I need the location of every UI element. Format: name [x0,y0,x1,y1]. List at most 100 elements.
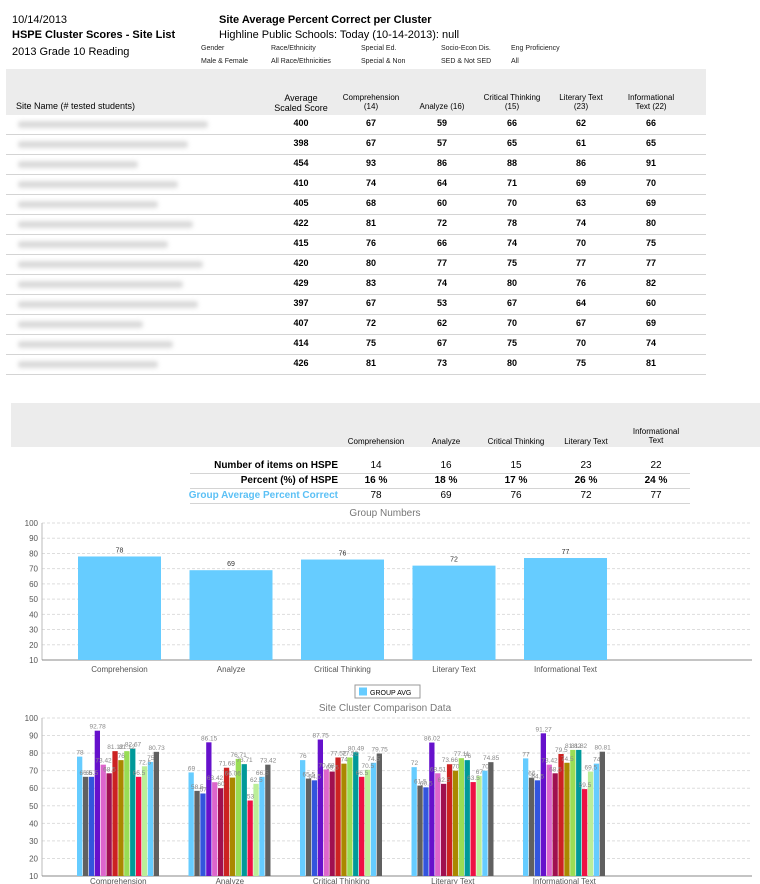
cluster-header-line1: Analyze (16) [419,102,465,111]
cluster-header-line2: (23) [573,102,589,111]
cluster-score-cell: 57 [436,138,447,148]
x-tick-label: Informational Text [533,877,597,884]
bar-value-label: 59.5 [579,782,592,789]
site-bar [370,762,377,876]
bar-value-label: 75 [147,755,155,762]
site-bar [364,769,371,876]
filter-label-gender: Gender [201,45,225,52]
cluster-score-cell: 71 [506,178,517,188]
cluster-score-cell: 82 [645,278,656,288]
table-row: 405 68 60 70 63 69 [6,195,706,215]
bar-value-label: 66.5 [256,770,269,777]
cluster-score-cell: 88 [506,158,517,168]
cluster-score-cell: 86 [575,158,586,168]
site-bar [124,751,130,876]
site-bar [82,776,89,876]
summary-header-informational: Informational Text [626,427,686,445]
cluster-score-cell: 80 [506,278,517,288]
site-bar [534,780,541,876]
summary-value: 15 [510,460,522,471]
table-row: 398 67 57 65 61 65 [6,135,706,155]
x-tick-label: Analyze [216,877,245,884]
summary-row-divider [190,473,690,474]
site-bar [476,775,482,876]
summary-row-label: Number of items on HSPE [214,460,338,471]
bar-value-label: 78 [76,750,84,757]
cluster-score-cell: 67 [436,338,447,348]
bar-value-label: 73.42 [95,758,112,765]
site-bar [329,771,335,876]
chart-title: Site Cluster Comparison Data [319,703,452,714]
bar-value-label: 78 [116,547,124,554]
bar-value-label: 62.5 [438,777,451,784]
site-bar [311,780,318,876]
cluster-score-cell: 75 [506,258,517,268]
bar-value-label: 70 [482,764,490,771]
site-bar [136,776,142,876]
summary-header-critical: Critical Thinking [487,437,545,446]
cluster-score-cell: 62 [436,318,447,328]
y-tick-label: 20 [29,854,38,863]
summary-value: 22 [650,460,662,471]
site-bar [359,776,365,876]
summary-value: 24 % [644,475,668,486]
bar-value-label: 82.67 [125,741,142,748]
summary-header-analyze: Analyze [431,437,461,446]
y-tick-label: 20 [29,641,38,650]
cluster-header-line1: Critical Thinking [483,93,541,102]
table-row: 454 93 86 88 86 91 [6,155,706,175]
y-tick-label: 50 [29,595,38,604]
cluster-header-line1: Literary Text [559,93,603,102]
summary-row-label: Percent (%) of HSPE [240,475,338,486]
cluster-header-line2: (15) [504,102,520,111]
summary-value: 76 [510,490,522,501]
y-tick-label: 60 [29,784,38,793]
cluster-score-cell: 72 [365,318,376,328]
site-bar [317,739,323,876]
bar-value-label: 74.85 [483,755,500,762]
site-bar [599,751,605,876]
scaled-score-cell: 426 [293,358,309,368]
cluster-score-cell: 86 [436,158,447,168]
bar-group-avg [524,558,607,660]
y-tick-label: 40 [29,610,38,619]
site-name-redacted [18,281,183,288]
summary-value: 23 [580,460,592,471]
summary-value: 77 [650,490,662,501]
y-tick-label: 50 [29,802,38,811]
site-bar [229,777,236,876]
x-tick-label: Comprehension [90,877,146,884]
bar-group-avg [301,559,384,660]
y-tick-label: 40 [29,819,38,828]
cluster-score-cell: 66 [645,118,656,128]
bar-value-label: 79.75 [372,747,389,754]
cluster-score-cell: 63 [575,198,586,208]
score-header: Average Scaled Score [271,93,331,113]
bar-value-label: 68.51 [430,766,447,773]
scaled-score-cell: 398 [293,138,309,148]
summary-value: 72 [580,490,592,501]
bar-value-label: 73.71 [236,757,253,764]
site-bar [194,790,200,876]
site-bar [100,764,106,876]
site-bar [441,783,447,876]
cluster-header-critical: Critical Thinking (15) [482,93,542,111]
site-bar [335,757,341,876]
report-title: HSPE Cluster Scores - Site List [12,29,176,41]
scaled-score-cell: 397 [293,298,309,308]
cluster-score-cell: 64 [575,298,586,308]
site-bar [305,778,312,876]
site-bar [247,800,253,876]
summary-row-divider [190,488,690,489]
table-row: 415 76 66 74 70 75 [6,235,706,255]
site-name-redacted [18,301,198,308]
cluster-score-cell: 64 [436,178,447,188]
site-name-redacted [18,321,143,328]
site-cluster-comparison-chart: 10 20 30 40 50 60 70 80 90 100 Site Cluster Compar… [25,703,752,884]
site-bar [153,751,159,876]
cluster-header-literary: Literary Text (23) [551,93,611,111]
scaled-score-cell: 414 [293,338,309,348]
cluster-score-cell: 81 [365,358,376,368]
table-row: 410 74 64 71 69 70 [6,175,706,195]
cluster-score-cell: 60 [645,298,656,308]
